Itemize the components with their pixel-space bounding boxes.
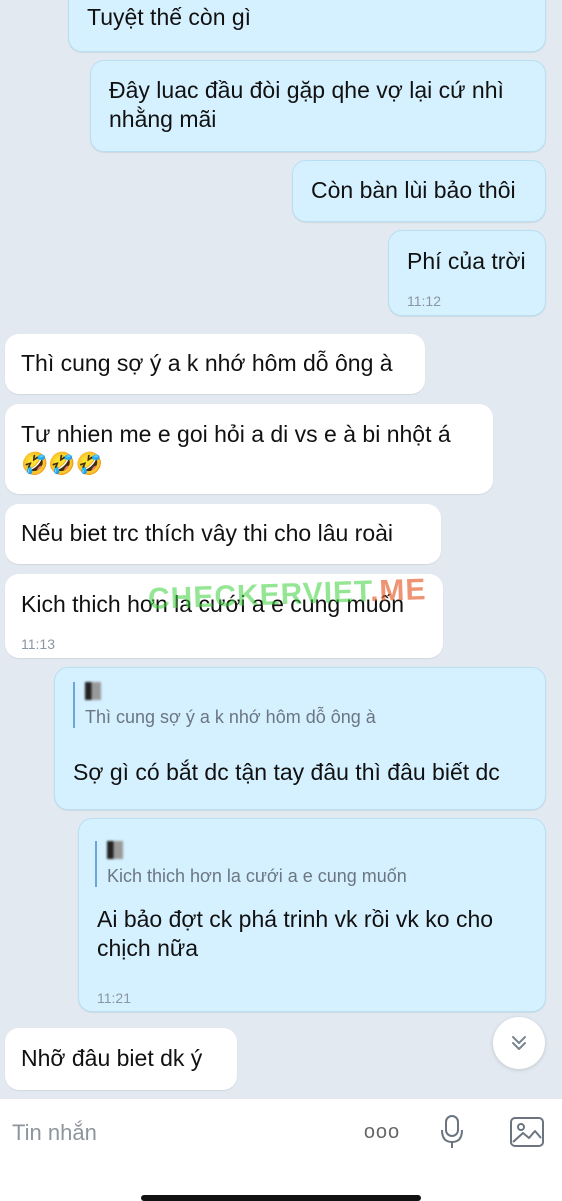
- message-sent-reply[interactable]: Thì cung sợ ý a k nhớ hôm dỗ ông à Sợ gì…: [54, 667, 546, 810]
- scroll-to-bottom-button[interactable]: [493, 1017, 545, 1069]
- message-received[interactable]: Nhỡ đâu biet dk ý: [5, 1028, 237, 1090]
- message-text: Nhỡ đâu biet dk ý: [21, 1045, 203, 1071]
- message-text: Sợ gì có bắt dc tận tay đâu thì đâu biết…: [73, 759, 500, 785]
- message-sent[interactable]: Tuyệt thế còn gì: [68, 0, 546, 52]
- watermark-main: CHECKERVIET: [147, 575, 371, 616]
- message-sent-reply[interactable]: Kich thich hơn la cưới a e cung muốn Ai …: [78, 818, 546, 1012]
- message-text: Đây luac đầu đòi gặp qhe vợ lại cứ nhì n…: [109, 77, 504, 132]
- microphone-icon: [441, 1115, 463, 1148]
- message-text: Tuyệt thế còn gì: [87, 4, 252, 30]
- message-received[interactable]: Thì cung sợ ý a k nhớ hôm dỗ ông à: [5, 334, 425, 394]
- message-time: 11:21: [97, 990, 131, 1006]
- quoted-text: Kich thich hơn la cưới a e cung muốn: [107, 866, 407, 886]
- quoted-text: Thì cung sợ ý a k nhớ hôm dỗ ông à: [85, 707, 376, 727]
- message-text: Tư nhien me e goi hỏi a di vs e à bi nhộ…: [21, 421, 451, 447]
- home-indicator: [141, 1195, 421, 1201]
- message-sent[interactable]: Phí của trời 11:12: [388, 230, 546, 316]
- quoted-avatar: [107, 841, 123, 859]
- message-text: Thì cung sợ ý a k nhớ hôm dỗ ông à: [21, 350, 393, 376]
- message-text: Còn bàn lùi bảo thôi: [311, 177, 516, 203]
- message-text: Phí của trời: [407, 248, 526, 274]
- quoted-avatar: [85, 682, 101, 700]
- more-button[interactable]: ooo: [358, 1114, 406, 1150]
- quoted-message[interactable]: Thì cung sợ ý a k nhớ hôm dỗ ông à: [73, 682, 376, 728]
- message-time: 11:12: [407, 293, 441, 309]
- message-sent[interactable]: Đây luac đầu đòi gặp qhe vợ lại cứ nhì n…: [90, 60, 546, 152]
- message-text: Nếu biet trc thích vây thi cho lâu roài: [21, 520, 394, 546]
- quoted-message[interactable]: Kich thich hơn la cưới a e cung muốn: [95, 841, 407, 887]
- message-received[interactable]: Tư nhien me e goi hỏi a di vs e à bi nhộ…: [5, 404, 493, 494]
- message-received[interactable]: Nếu biet trc thích vây thi cho lâu roài: [5, 504, 441, 564]
- image-button[interactable]: [506, 1112, 548, 1152]
- more-icon: ooo: [363, 1120, 401, 1143]
- message-text: Ai bảo đợt ck phá trinh vk rồi vk ko cho…: [97, 906, 494, 961]
- chevron-double-down-icon: [512, 1036, 526, 1050]
- watermark-suffix: .ME: [369, 573, 427, 609]
- image-icon: [510, 1117, 544, 1147]
- message-composer: [0, 1098, 562, 1201]
- emoji-text: 🤣🤣🤣: [21, 451, 104, 476]
- chat-area[interactable]: Tuyệt thế còn gì Đây luac đầu đòi gặp qh…: [0, 0, 562, 1098]
- message-time: 11:13: [21, 636, 55, 652]
- message-sent[interactable]: Còn bàn lùi bảo thôi: [292, 160, 546, 222]
- microphone-button[interactable]: [434, 1110, 470, 1154]
- message-input[interactable]: Tin nhắn: [12, 1120, 97, 1146]
